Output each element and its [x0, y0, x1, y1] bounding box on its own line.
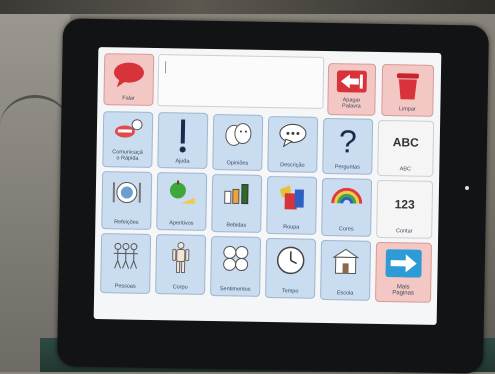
tile-label: Sentimentos: [219, 286, 251, 293]
falar-button[interactable]: Falar: [103, 53, 155, 106]
speech-bubble-icon: [279, 123, 307, 148]
drinks-icon: [224, 184, 249, 205]
tile-label: Roupa: [283, 224, 300, 231]
speech-bubble-icon: [113, 62, 144, 88]
arrow-right-icon: [385, 249, 422, 278]
tile-tempo[interactable]: Tempo: [265, 237, 317, 299]
people-icon: [113, 242, 138, 269]
meal-icon: [112, 182, 142, 204]
tile-label: Escola: [336, 290, 354, 297]
tile-label: Comunicaçã o Rápida: [112, 149, 143, 162]
body-icon: [172, 241, 190, 274]
mais-paginas-button[interactable]: Mais Paginas: [374, 241, 433, 303]
tile-corpo[interactable]: Corpo: [155, 234, 207, 295]
faces-icon: [225, 123, 252, 146]
feelings-faces-icon: [223, 245, 249, 272]
tile-label: Corpo: [172, 284, 188, 291]
tile-abc[interactable]: ABC ABC: [377, 119, 435, 177]
tile-label: Perguntas: [334, 164, 360, 171]
apple-cheese-icon: [169, 180, 195, 204]
exclamation-icon: [179, 119, 186, 153]
background-top: [0, 0, 495, 14]
tile-label: Aperitivos: [169, 220, 194, 227]
tile-pessoas[interactable]: Pessoas: [100, 233, 152, 294]
aac-app-screen: Falar Apagar Palavra Limpar Comunicaçã o…: [93, 47, 442, 325]
rainbow-icon: [331, 187, 363, 204]
tile-opinioes[interactable]: Opiniões: [212, 114, 264, 171]
tile-bebidas[interactable]: Bebidas: [211, 174, 263, 233]
mouth-speech-icon: [114, 119, 143, 138]
tile-ajuda[interactable]: Ajuda: [157, 112, 209, 169]
tile-cores[interactable]: Cores: [321, 177, 373, 237]
tile-escola[interactable]: Escola: [320, 239, 372, 301]
limpar-button[interactable]: Limpar: [381, 63, 435, 117]
mais-paginas-label: Mais Paginas: [392, 284, 415, 297]
tile-descricao[interactable]: Descrição: [267, 116, 319, 173]
numbers-icon: 123: [394, 197, 415, 212]
tile-roupa[interactable]: Roupa: [266, 175, 318, 235]
apagar-label: Apagar Palavra: [342, 97, 361, 110]
falar-label: Falar: [122, 95, 135, 102]
tile-label: Descrição: [280, 162, 305, 169]
tile-aperitivos[interactable]: Aperitivos: [156, 172, 208, 231]
tile-sentimentos[interactable]: Sentimentos: [210, 236, 262, 297]
trash-can-icon: [396, 73, 419, 100]
tile-comunicacao-rapida[interactable]: Comunicaçã o Rápida: [102, 111, 154, 168]
message-input[interactable]: [157, 54, 325, 109]
tile-contar[interactable]: 123 Contar: [376, 179, 434, 239]
tile-label: Pessoas: [114, 283, 136, 290]
tile-label: Cores: [338, 226, 354, 233]
tile-label: Tempo: [281, 288, 299, 295]
tile-label: Ajuda: [175, 158, 190, 165]
text-caret: [164, 61, 167, 74]
tablet-camera: [465, 186, 469, 190]
question-mark-icon: ?: [338, 123, 357, 160]
abc-icon: ABC: [392, 135, 419, 150]
tile-label: Contar: [395, 228, 413, 235]
limpar-label: Limpar: [398, 106, 416, 113]
school-icon: [332, 248, 360, 275]
tile-label: Opiniões: [226, 160, 249, 167]
tile-label: Refeições: [114, 219, 139, 226]
cable: [0, 95, 70, 158]
apagar-palavra-button[interactable]: Apagar Palavra: [327, 63, 377, 116]
tile-refeicoes[interactable]: Refeições: [101, 171, 153, 230]
clock-icon: [276, 246, 305, 275]
clothes-icon: [279, 185, 304, 210]
backspace-arrow-icon: [336, 70, 367, 93]
tile-label: ABC: [399, 166, 412, 173]
tile-label: Bebidas: [226, 222, 247, 229]
tile-perguntas[interactable]: ? Perguntas: [322, 117, 374, 175]
